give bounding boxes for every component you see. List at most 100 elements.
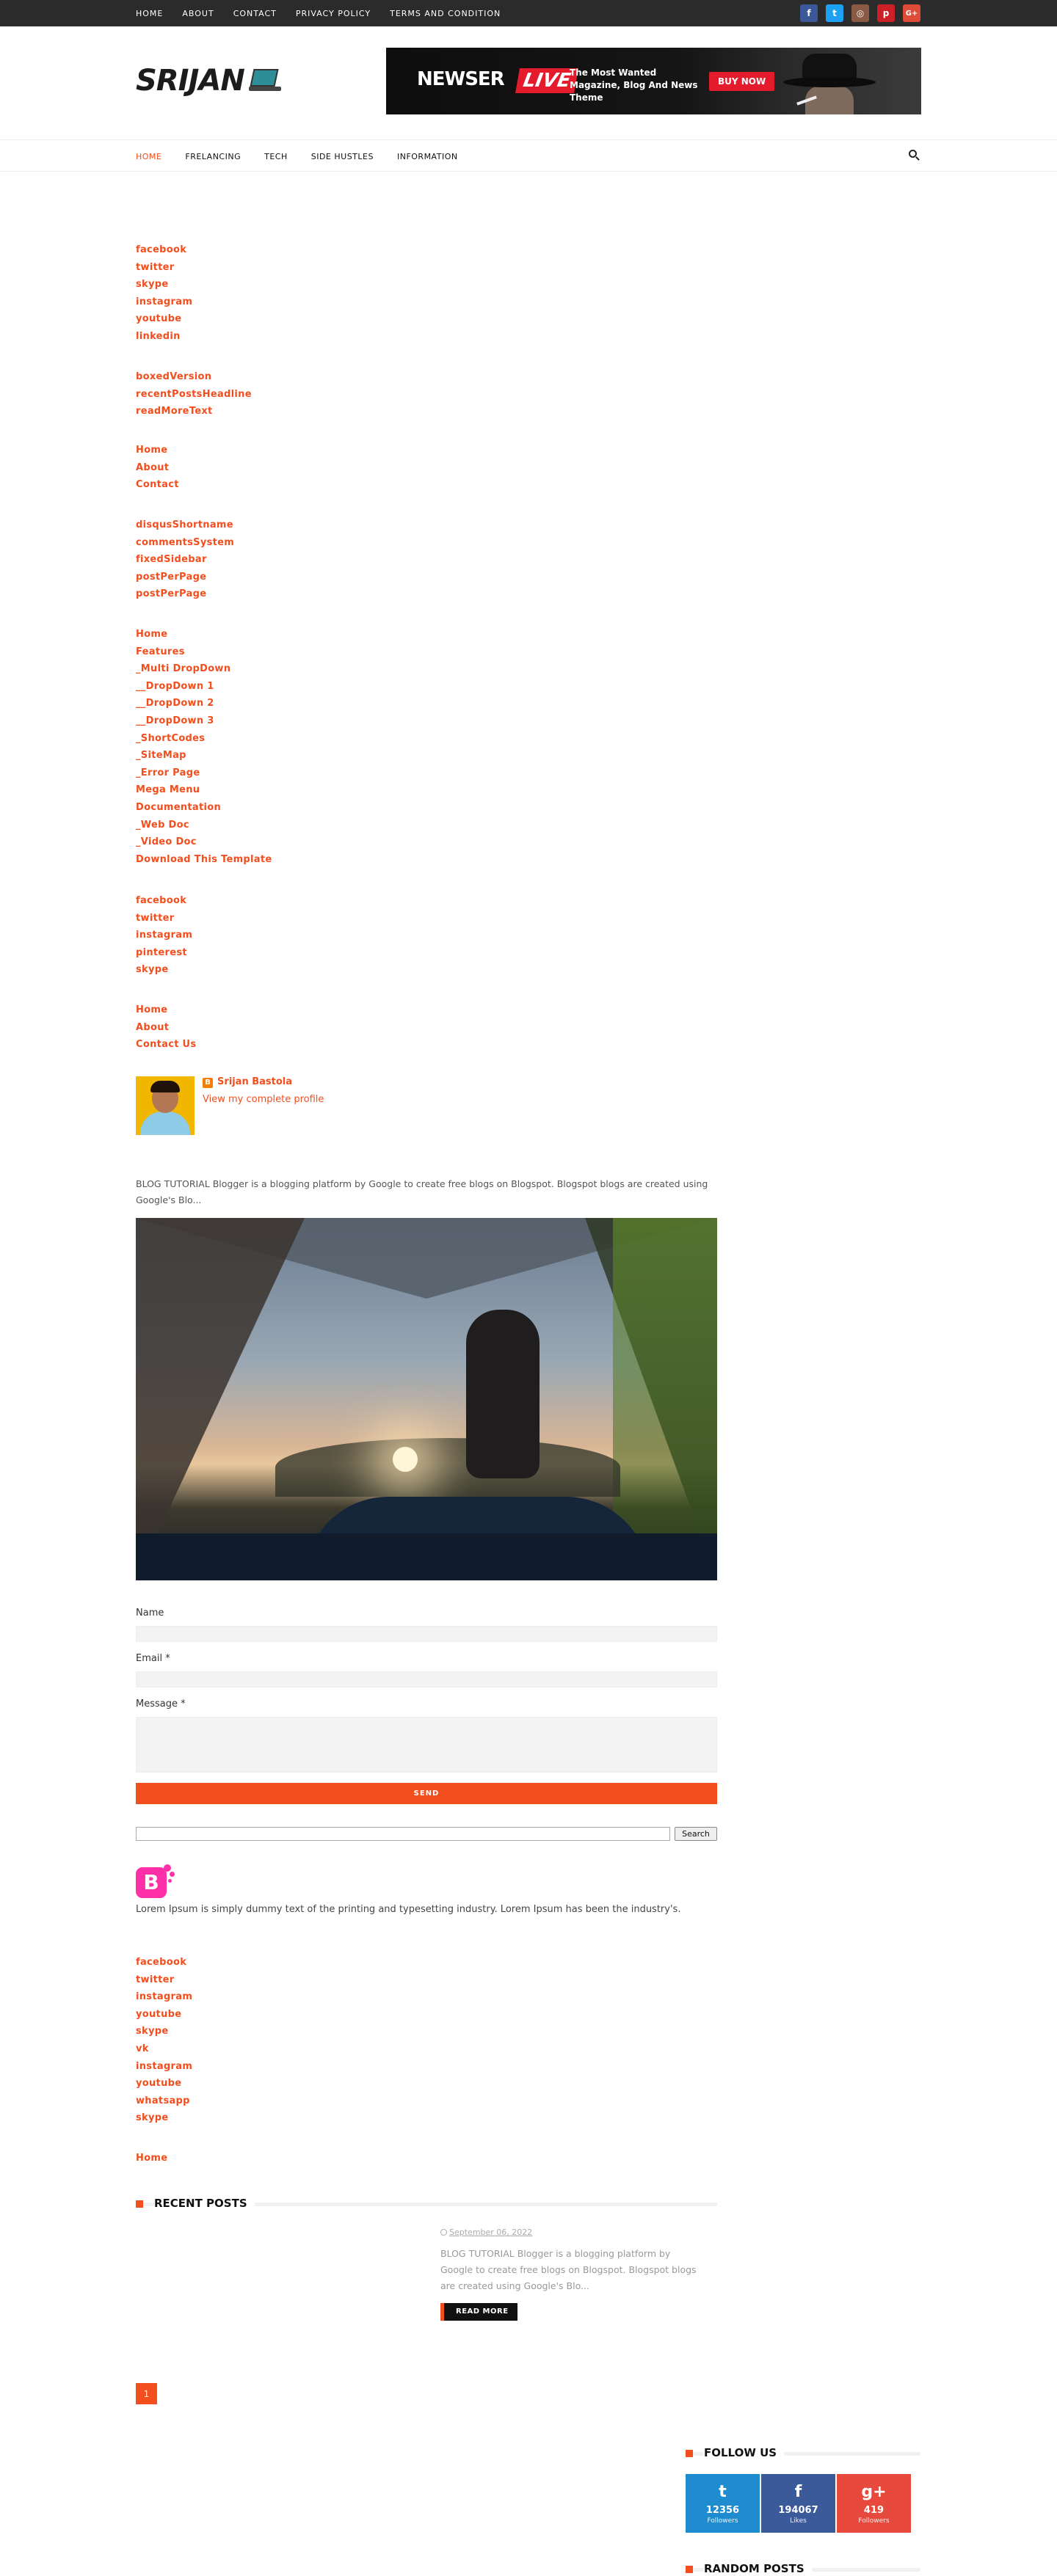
link-item[interactable]: disqusShortname: [136, 517, 234, 534]
link-item[interactable]: facebook: [136, 892, 192, 910]
facebook-count: 194067: [778, 2505, 818, 2516]
link-item[interactable]: postPerPage: [136, 585, 234, 603]
link-item[interactable]: Home: [136, 442, 179, 459]
nav-home[interactable]: HOME: [136, 152, 161, 161]
link-item[interactable]: Features: [136, 643, 272, 661]
link-item[interactable]: fixedSidebar: [136, 551, 234, 569]
link-item[interactable]: Home: [136, 2150, 167, 2167]
link-item[interactable]: recentPostsHeadline: [136, 386, 252, 404]
twitter-icon[interactable]: t: [826, 4, 843, 22]
nav-information[interactable]: INFORMATION: [397, 152, 458, 161]
link-item[interactable]: __DropDown 3: [136, 712, 272, 730]
link-item[interactable]: vk: [136, 2040, 192, 2058]
facebook-icon: f: [794, 2483, 802, 2501]
instagram-icon[interactable]: ◎: [851, 4, 869, 22]
nav-frelancing[interactable]: FRELANCING: [185, 152, 241, 161]
link-item[interactable]: Mega Menu: [136, 781, 272, 799]
profile-name[interactable]: Srijan Bastola: [217, 1076, 292, 1087]
top-nav-about[interactable]: ABOUT: [182, 9, 214, 18]
link-item[interactable]: _Error Page: [136, 765, 272, 782]
read-more-button[interactable]: READ MORE: [440, 2303, 517, 2321]
avatar[interactable]: [136, 1076, 195, 1135]
link-item[interactable]: _SiteMap: [136, 747, 272, 765]
link-item[interactable]: youtube: [136, 2006, 192, 2024]
search-button[interactable]: Search: [675, 1827, 717, 1841]
banner-buy-button[interactable]: BUY NOW: [709, 72, 775, 91]
name-field[interactable]: [136, 1626, 717, 1642]
link-item[interactable]: Home: [136, 626, 272, 643]
link-item[interactable]: Home: [136, 1001, 196, 1019]
link-item[interactable]: facebook: [136, 241, 192, 259]
view-profile-link[interactable]: View my complete profile: [203, 1094, 324, 1105]
link-item[interactable]: Download This Template: [136, 851, 272, 869]
nav-side-hustles[interactable]: SIDE HUSTLES: [311, 152, 374, 161]
link-item[interactable]: skype: [136, 2109, 192, 2127]
link-item[interactable]: pinterest: [136, 944, 192, 962]
menu-links-list: Home Features _Multi DropDown __DropDown…: [136, 626, 272, 868]
link-item[interactable]: youtube: [136, 2075, 192, 2092]
link-item[interactable]: _Video Doc: [136, 833, 272, 851]
top-nav-contact[interactable]: CONTACT: [233, 9, 277, 18]
link-item[interactable]: instagram: [136, 927, 192, 944]
link-item[interactable]: twitter: [136, 259, 192, 277]
site-logo[interactable]: SRIJAN: [136, 59, 281, 103]
facebook-label: Likes: [790, 2517, 807, 2525]
link-item[interactable]: About: [136, 459, 179, 477]
clock-icon: [440, 2229, 447, 2236]
top-nav-home[interactable]: HOME: [136, 9, 163, 18]
link-item[interactable]: skype: [136, 2023, 192, 2040]
link-item[interactable]: twitter: [136, 1971, 192, 1989]
link-item[interactable]: Documentation: [136, 799, 272, 817]
featured-camping-image[interactable]: [136, 1218, 717, 1580]
top-nav-privacy-policy[interactable]: PRIVACY POLICY: [296, 9, 371, 18]
link-item[interactable]: Contact Us: [136, 1036, 196, 1054]
social-links-list-3: facebook twitter instagram youtube skype…: [136, 1954, 192, 2127]
link-item[interactable]: __DropDown 2: [136, 695, 272, 712]
google-plus-follow-box[interactable]: g+ 419 Followers: [837, 2474, 911, 2533]
header-ad-banner[interactable]: NEWSER LIVE The Most Wanted Magazine, Bl…: [386, 48, 921, 114]
blog-tutorial-snippet: BLOG TUTORIAL Blogger is a blogging plat…: [136, 1178, 708, 1205]
send-button[interactable]: SEND: [136, 1783, 717, 1804]
search-input[interactable]: [136, 1827, 670, 1841]
message-field[interactable]: [136, 1717, 717, 1773]
link-item[interactable]: facebook: [136, 1954, 192, 1971]
link-item[interactable]: readMoreText: [136, 403, 252, 420]
top-nav-terms[interactable]: TERMS AND CONDITION: [390, 9, 501, 18]
search-icon[interactable]: [909, 150, 920, 161]
link-item[interactable]: _ShortCodes: [136, 730, 272, 748]
google-plus-icon[interactable]: G+: [903, 4, 920, 22]
link-item[interactable]: instagram: [136, 2058, 192, 2076]
twitter-label: Followers: [707, 2517, 738, 2525]
nav-tech[interactable]: TECH: [264, 152, 288, 161]
link-item[interactable]: About: [136, 1019, 196, 1037]
link-item[interactable]: postPerPage: [136, 569, 234, 586]
follow-us-heading: FOLLOW US: [686, 2446, 920, 2459]
top-nav: HOME ABOUT CONTACT PRIVACY POLICY TERMS …: [136, 0, 501, 26]
link-item[interactable]: skype: [136, 276, 192, 293]
pinterest-icon[interactable]: p: [877, 4, 895, 22]
twitter-follow-box[interactable]: t 12356 Followers: [686, 2474, 760, 2533]
email-field[interactable]: [136, 1671, 717, 1687]
link-item[interactable]: twitter: [136, 910, 192, 927]
top-bar: HOME ABOUT CONTACT PRIVACY POLICY TERMS …: [0, 0, 1057, 26]
message-label: Message *: [136, 1699, 186, 1710]
link-item[interactable]: Contact: [136, 476, 179, 494]
link-item[interactable]: whatsapp: [136, 2092, 192, 2110]
link-item[interactable]: boxedVersion: [136, 368, 252, 386]
link-item[interactable]: youtube: [136, 310, 192, 328]
pagination-page-1[interactable]: 1: [136, 2383, 157, 2404]
facebook-follow-box[interactable]: f 194067 Likes: [761, 2474, 835, 2533]
banner-tagline: The Most Wanted Magazine, Blog And News …: [570, 67, 698, 103]
post-date[interactable]: September 06, 2022: [440, 2227, 705, 2239]
link-item[interactable]: linkedin: [136, 328, 192, 346]
link-item[interactable]: commentsSystem: [136, 534, 234, 552]
twitter-count: 12356: [705, 2505, 740, 2516]
link-item[interactable]: _Web Doc: [136, 817, 272, 834]
link-item[interactable]: instagram: [136, 293, 192, 311]
link-item[interactable]: __DropDown 1: [136, 678, 272, 696]
pages-links-list: Home About Contact: [136, 442, 179, 494]
link-item[interactable]: instagram: [136, 1988, 192, 2006]
link-item[interactable]: _Multi DropDown: [136, 660, 272, 678]
facebook-icon[interactable]: f: [800, 4, 818, 22]
link-item[interactable]: skype: [136, 961, 192, 979]
